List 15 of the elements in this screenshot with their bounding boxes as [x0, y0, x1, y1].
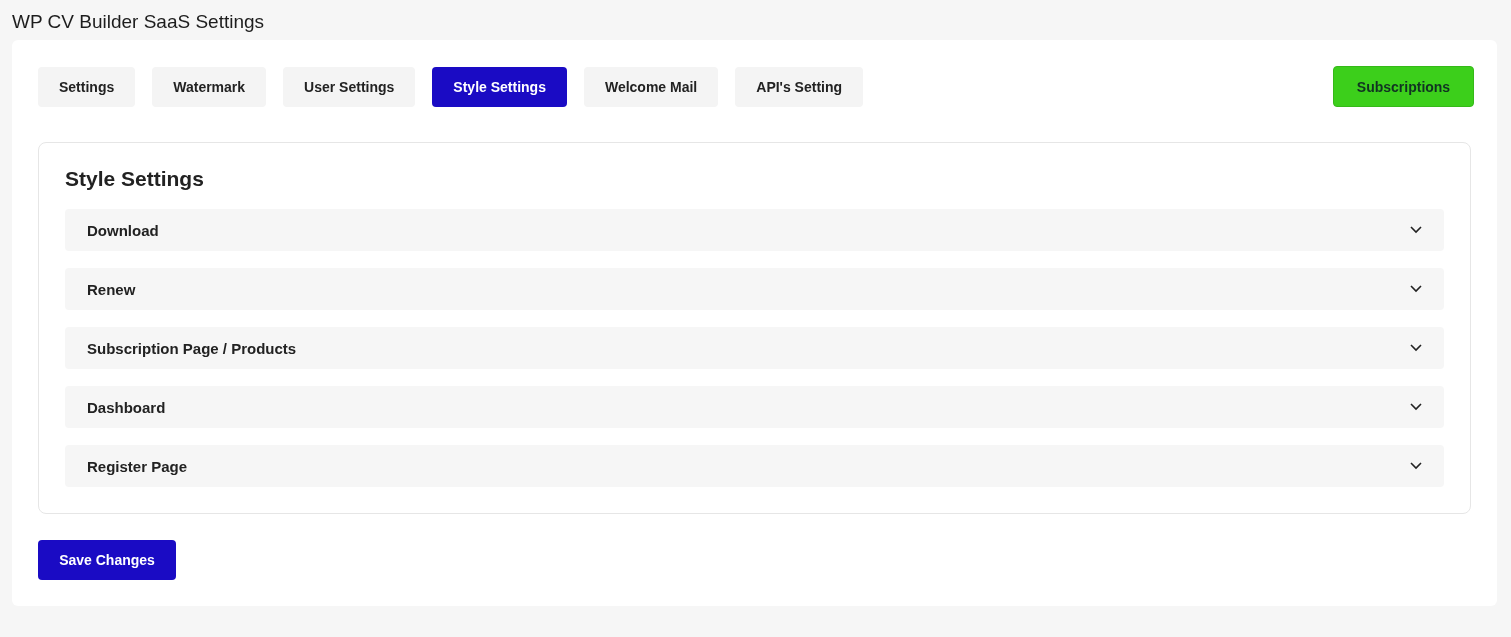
tab[interactable]: Settings	[38, 66, 136, 107]
tab[interactable]: User Settings	[283, 66, 416, 107]
accordion-header[interactable]: Renew	[65, 268, 1444, 310]
tab[interactable]: API's Setting	[735, 66, 864, 107]
accordion-header[interactable]: Register Page	[65, 445, 1444, 487]
subscriptions-button[interactable]: Subscriptions	[1333, 66, 1474, 107]
accordion-header[interactable]: Dashboard	[65, 386, 1444, 428]
accordion-header[interactable]: Download	[65, 209, 1444, 251]
section-heading: Style Settings	[65, 167, 205, 191]
save-changes-button[interactable]: Save Changes	[38, 540, 176, 580]
tab[interactable]: Watermark	[152, 66, 267, 107]
accordion-header[interactable]: Subscription Page / Products	[65, 327, 1444, 369]
tab[interactable]: Welcome Mail	[583, 66, 719, 107]
tab[interactable]: Style Settings	[432, 66, 567, 107]
page-title: WP CV Builder SaaS Settings	[12, 10, 266, 34]
